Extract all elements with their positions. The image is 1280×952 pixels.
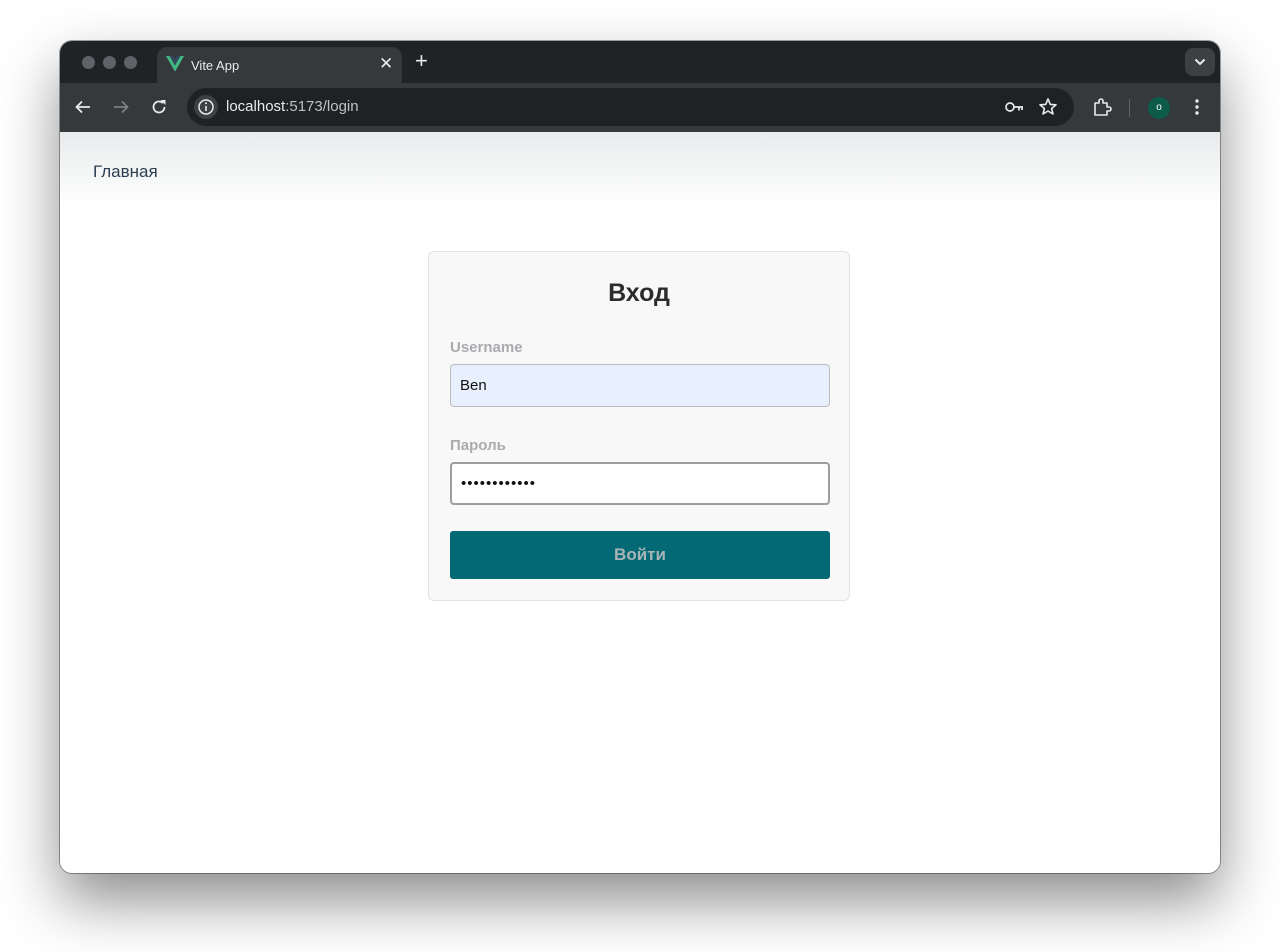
site-info-icon[interactable]	[194, 95, 218, 119]
url-text[interactable]: localhost:5173/login	[226, 98, 359, 115]
chevron-down-icon	[1194, 58, 1206, 66]
site-header: Главная	[60, 132, 1220, 208]
username-input[interactable]	[450, 364, 830, 407]
tab-close-icon[interactable]: ✕	[379, 55, 393, 73]
close-window-icon[interactable]	[82, 56, 95, 69]
login-card: Вход Username Пароль Войти	[428, 251, 850, 601]
address-bar[interactable]: localhost:5173/login	[187, 88, 1074, 126]
page-content: Главная Вход Username Пароль Войти	[60, 132, 1220, 873]
tab-search-button[interactable]	[1185, 48, 1215, 76]
bookmark-star-icon[interactable]	[1038, 97, 1058, 117]
url-path: :5173/login	[285, 98, 359, 115]
more-menu-icon[interactable]	[1187, 97, 1207, 117]
reload-icon[interactable]	[149, 97, 169, 117]
url-host: localhost	[226, 98, 286, 115]
back-icon[interactable]	[73, 97, 93, 117]
vue-logo-icon	[166, 56, 184, 72]
maximize-window-icon[interactable]	[124, 56, 137, 69]
browser-toolbar: localhost:5173/login o	[60, 83, 1220, 132]
home-link[interactable]: Главная	[93, 162, 158, 182]
browser-window: Vite App ✕ + localhost:5173/login o Глав…	[60, 41, 1220, 873]
minimize-window-icon[interactable]	[103, 56, 116, 69]
profile-avatar[interactable]: o	[1148, 97, 1170, 119]
password-label: Пароль	[450, 437, 506, 454]
password-input[interactable]	[450, 462, 830, 505]
toolbar-divider	[1129, 99, 1130, 117]
login-button[interactable]: Войти	[450, 531, 830, 579]
forward-icon[interactable]	[111, 97, 131, 117]
tab-bar: Vite App ✕ +	[60, 41, 1220, 83]
tab-title: Vite App	[191, 58, 240, 73]
login-title: Вход	[608, 279, 670, 307]
new-tab-button[interactable]: +	[415, 49, 428, 73]
password-key-icon[interactable]	[1004, 97, 1024, 117]
username-label: Username	[450, 339, 523, 356]
tab-vite-app[interactable]: Vite App ✕	[157, 47, 402, 83]
extensions-icon[interactable]	[1092, 97, 1112, 117]
